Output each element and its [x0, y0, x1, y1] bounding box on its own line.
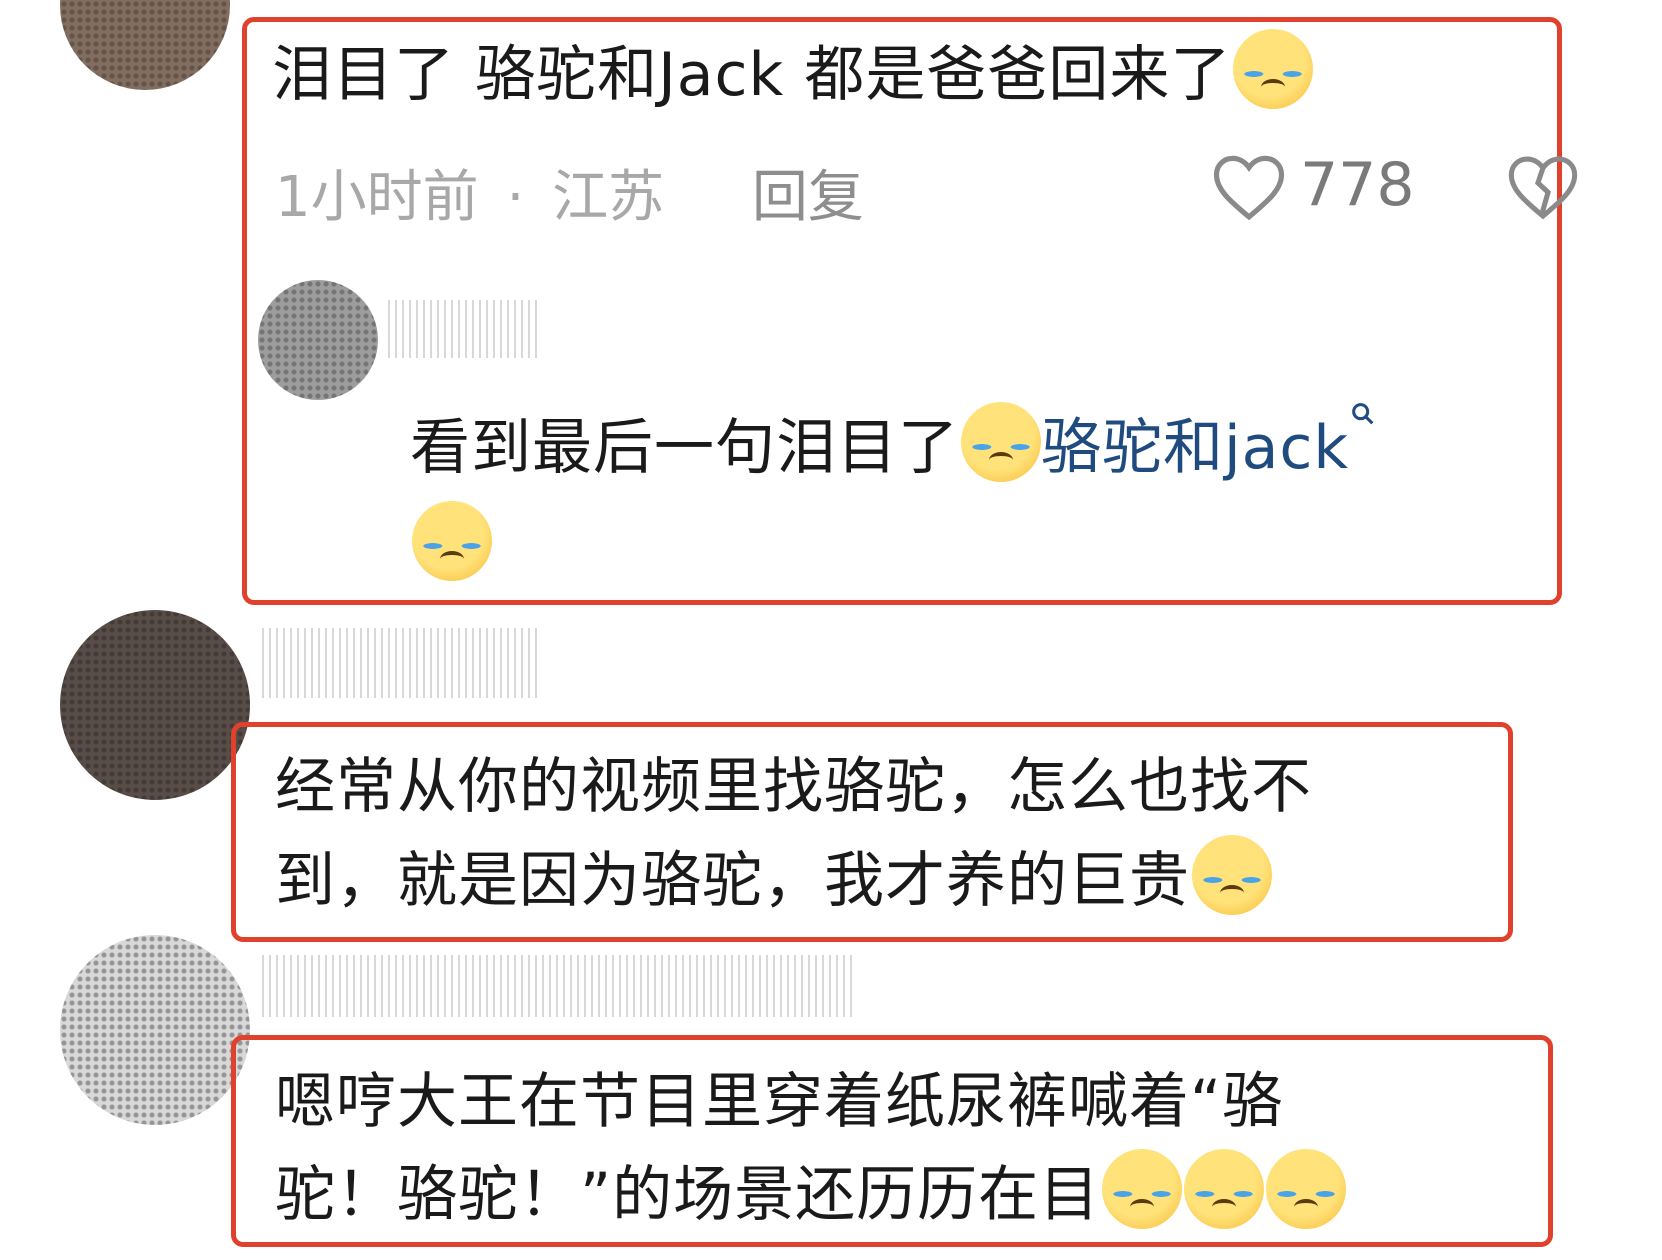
comment-text: 到，就是因为骆驼，我才养的巨贵 [275, 834, 1272, 928]
comment-body-line2: 驼！骆驼！”的场景还历历在目 [275, 1160, 1101, 1230]
comment-text: 嗯哼大王在节目里穿着纸尿裤喊着“骆 [275, 1055, 1283, 1149]
loudly-crying-face-emoji [412, 501, 492, 581]
comment-meta: 1小时前 · 江苏 回复 [275, 152, 864, 233]
dislike-heart-icon[interactable] [1505, 150, 1581, 222]
loudly-crying-face-emoji [1233, 29, 1314, 109]
heart-outline-icon[interactable] [1210, 150, 1288, 222]
reply-body: 看到最后一句泪目了 [410, 413, 959, 483]
comment-text: 经常从你的视频里找骆驼，怎么也找不 [275, 740, 1312, 834]
avatar[interactable] [60, 0, 230, 90]
comment-body: 泪目了 骆驼和Jack 都是爸爸回来了 [272, 40, 1232, 110]
comment-body-line1: 经常从你的视频里找骆驼，怎么也找不 [275, 752, 1312, 822]
comment-body-line1: 嗯哼大王在节目里穿着纸尿裤喊着“骆 [275, 1067, 1284, 1137]
username-blurred[interactable] [262, 955, 852, 1017]
comment-location: 江苏 [552, 165, 665, 230]
comment-text: 驼！骆驼！”的场景还历历在目 [275, 1148, 1347, 1242]
reply-button[interactable]: 回复 [752, 165, 864, 230]
avatar[interactable] [60, 610, 250, 800]
loudly-crying-face-emoji [1192, 835, 1272, 915]
comment-text: 泪目了 骆驼和Jack 都是爸爸回来了 [272, 28, 1314, 122]
search-icon[interactable] [1349, 400, 1377, 428]
username-blurred[interactable] [262, 628, 542, 698]
meta-separator: · [506, 165, 525, 230]
loudly-crying-face-emoji [1102, 1149, 1183, 1229]
avatar[interactable] [60, 935, 250, 1125]
reply-emoji-line [410, 500, 492, 594]
comment-body-line2: 到，就是因为骆驼，我才养的巨贵 [275, 846, 1190, 916]
comment-time: 1小时前 [275, 165, 479, 230]
reply-text: 看到最后一句泪目了 骆驼和jack [410, 400, 1377, 495]
loudly-crying-face-emoji [1266, 1149, 1347, 1229]
loudly-crying-face-emoji [1184, 1149, 1265, 1229]
topic-link[interactable]: 骆驼和jack [1041, 413, 1349, 483]
like-count: 778 [1300, 150, 1415, 220]
loudly-crying-face-emoji [961, 402, 1041, 482]
